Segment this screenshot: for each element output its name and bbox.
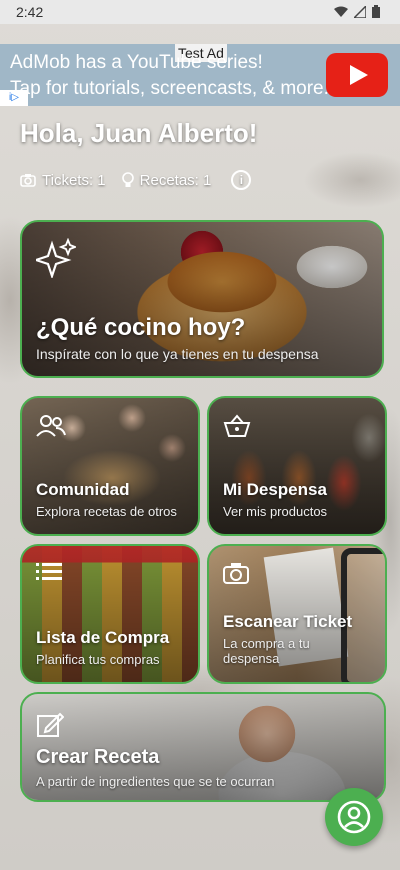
card-title: ¿Qué cocino hoy?	[36, 314, 246, 341]
adchoices-icon[interactable]: i▷	[0, 90, 28, 106]
lightbulb-icon	[121, 172, 134, 187]
card-lista-compra[interactable]: Lista de Compra Planifica tus compras	[20, 544, 200, 684]
camera-icon	[223, 563, 249, 584]
card-mi-despensa[interactable]: Mi Despensa Ver mis productos	[207, 396, 387, 536]
people-icon	[36, 415, 66, 437]
card-subtitle: Inspírate con lo que ya tienes en tu des…	[36, 346, 319, 362]
card-subtitle: La compra a tu despensa	[223, 636, 310, 666]
profile-fab-button[interactable]	[325, 788, 383, 846]
edit-icon	[37, 712, 64, 737]
ad-line1: AdMob has a YouTube series!	[10, 52, 263, 73]
card-title: Mi Despensa	[223, 480, 327, 499]
sparkles-icon	[36, 238, 76, 278]
greeting: Hola, Juan Alberto!	[20, 118, 258, 148]
card-title: Comunidad	[36, 480, 130, 499]
basket-icon	[223, 414, 251, 437]
status-icons	[334, 5, 380, 18]
card-crear-receta[interactable]: Crear Receta A partir de ingredientes qu…	[20, 692, 386, 802]
user-icon	[337, 800, 371, 834]
card-subtitle: Ver mis productos	[223, 504, 328, 519]
status-bar: 2:42	[0, 0, 400, 24]
signal-icon	[354, 5, 366, 18]
battery-icon	[372, 5, 380, 18]
recipes-stat: Recetas: 1	[121, 171, 212, 189]
card-subtitle: Planifica tus compras	[36, 652, 160, 667]
card-title: Crear Receta	[36, 746, 160, 768]
camera-icon	[20, 174, 36, 187]
tickets-stat: Tickets: 1	[20, 172, 106, 189]
card-subtitle: A partir de ingredientes que se te ocurr…	[36, 774, 275, 789]
ad-line2: Tap for tutorials, screencasts, & more.	[10, 78, 329, 99]
card-que-cocino[interactable]: ¿Qué cocino hoy? Inspírate con lo que ya…	[20, 220, 384, 378]
list-icon	[36, 563, 62, 580]
card-title: Escanear Ticket	[223, 612, 353, 631]
youtube-logo-icon	[326, 53, 388, 97]
status-time: 2:42	[16, 4, 44, 20]
ad-banner[interactable]: Test Ad AdMob has a YouTube series! Tap …	[0, 44, 400, 106]
user-stats: Tickets: 1 Recetas: 1 i	[20, 170, 252, 190]
recipes-count: Recetas: 1	[139, 171, 212, 189]
card-subtitle: Explora recetas de otros	[36, 504, 177, 519]
tickets-count: Tickets: 1	[42, 171, 106, 189]
card-escanear-ticket[interactable]: Escanear Ticket La compra a tu despensa	[207, 544, 387, 684]
info-icon[interactable]: i	[231, 170, 252, 190]
wifi-icon	[334, 6, 348, 17]
card-comunidad[interactable]: Comunidad Explora recetas de otros	[20, 396, 200, 536]
card-title: Lista de Compra	[36, 628, 170, 647]
